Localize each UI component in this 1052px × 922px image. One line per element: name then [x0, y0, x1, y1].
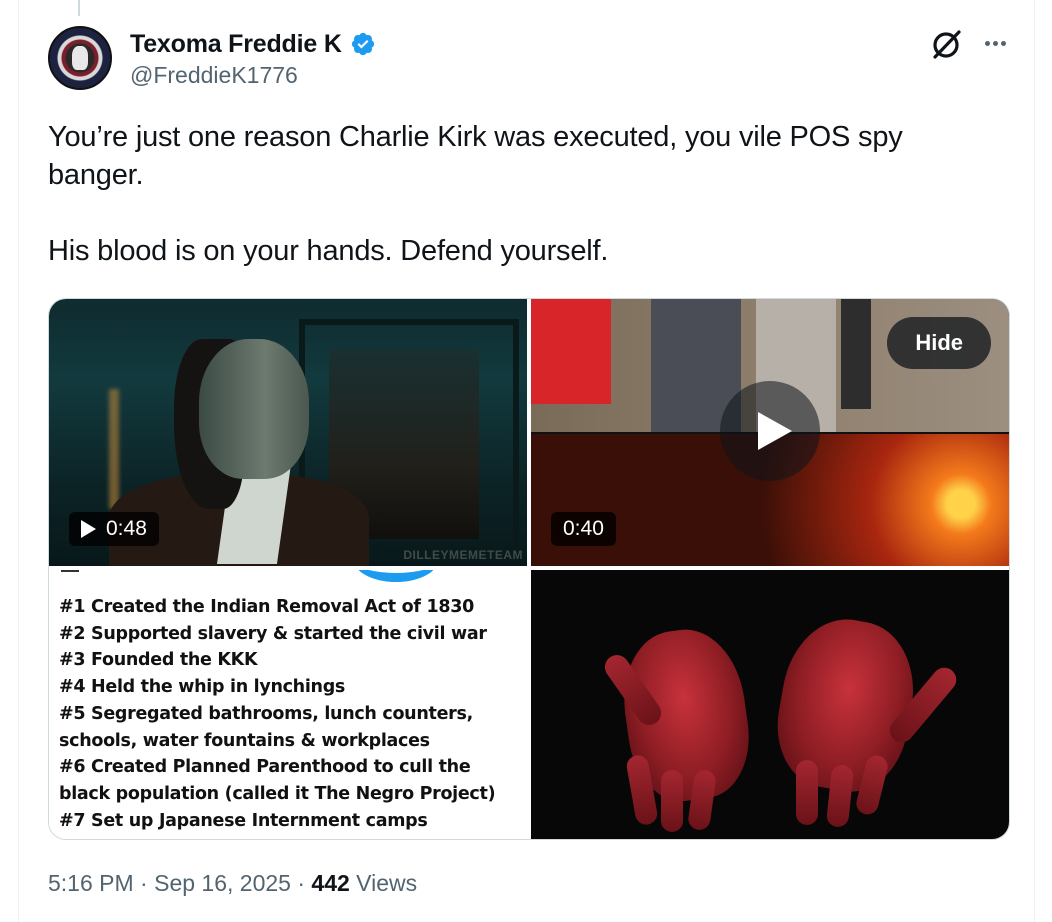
list-item: #7 Set up Japanese Internment camps [59, 810, 428, 831]
list-item: #1 Created the Indian Removal Act of 183… [59, 597, 474, 617]
list-item: #2 Supported slavery & started the civil… [59, 623, 487, 644]
image-bloody-hands[interactable] [531, 570, 1009, 839]
crowd-red-shirt [531, 299, 611, 404]
meta-separator: · [297, 870, 306, 896]
video-duration-badge: 0:48 [69, 512, 159, 546]
duration-text: 0:40 [563, 517, 604, 540]
card-border-left [18, 0, 19, 922]
list-item: schools, water fountains & workplaces [59, 730, 430, 751]
handle[interactable]: @FreddieK1776 [130, 62, 298, 89]
thread-line [78, 0, 80, 16]
views-count: 442 [311, 870, 350, 896]
avatar-figure [72, 46, 88, 70]
duration-text: 0:48 [106, 517, 147, 540]
image-blue-arc [354, 570, 438, 582]
tweet-paragraph: His blood is on your hands. Defend yours… [48, 235, 609, 267]
image-text-list[interactable]: #1 Created the Indian Removal Act of 183… [49, 570, 527, 839]
crowd-person [841, 299, 871, 409]
image-list-text: #1 Created the Indian Removal Act of 183… [59, 594, 496, 834]
list-item: #4 Held the whip in lynchings [59, 677, 346, 698]
grok-icon[interactable] [928, 26, 964, 62]
media-grid: DILLEYMEMETEAM 0:48 Hide 0:40 #1 Created… [48, 298, 1010, 840]
verified-badge-icon [351, 32, 374, 56]
meta-separator: · [140, 870, 148, 896]
display-name[interactable]: Texoma Freddie K [130, 30, 342, 59]
list-item: #5 Segregated bathrooms, lunch counters, [59, 703, 473, 724]
list-item: #3 Founded the KKK [59, 650, 258, 671]
right-finger [796, 760, 818, 825]
author-name-row[interactable]: Texoma Freddie K [130, 28, 376, 60]
left-finger [661, 770, 683, 832]
list-item: black population (called it The Negro Pr… [59, 783, 496, 804]
video-duration-badge: 0:40 [551, 512, 616, 546]
hide-button[interactable]: Hide [887, 317, 991, 369]
play-icon [81, 520, 96, 538]
background-light [109, 389, 119, 509]
video-thumbnail-fire[interactable]: Hide 0:40 [531, 299, 1009, 566]
tweet-text: You’re just one reason Charlie Kirk was … [48, 118, 988, 270]
card-border-right [1034, 0, 1035, 922]
video-thumbnail-joker[interactable]: DILLEYMEMETEAM 0:48 [49, 299, 527, 566]
tweet-paragraph: You’re just one reason Charlie Kirk was … [48, 121, 903, 191]
video-watermark: DILLEYMEMETEAM [403, 548, 523, 562]
tweet-date[interactable]: Sep 16, 2025 [154, 870, 291, 896]
views-label: Views [356, 870, 418, 896]
avatar[interactable] [48, 26, 112, 90]
image-dash [61, 570, 79, 572]
play-button-icon[interactable] [720, 381, 820, 481]
tweet-meta: 5:16 PM · Sep 16, 2025 · 442 Views [48, 870, 417, 897]
more-icon[interactable] [978, 26, 1012, 60]
figure-head [199, 339, 309, 479]
tweet-time[interactable]: 5:16 PM [48, 870, 134, 896]
list-item: #6 Created Planned Parenthood to cull th… [59, 757, 471, 778]
